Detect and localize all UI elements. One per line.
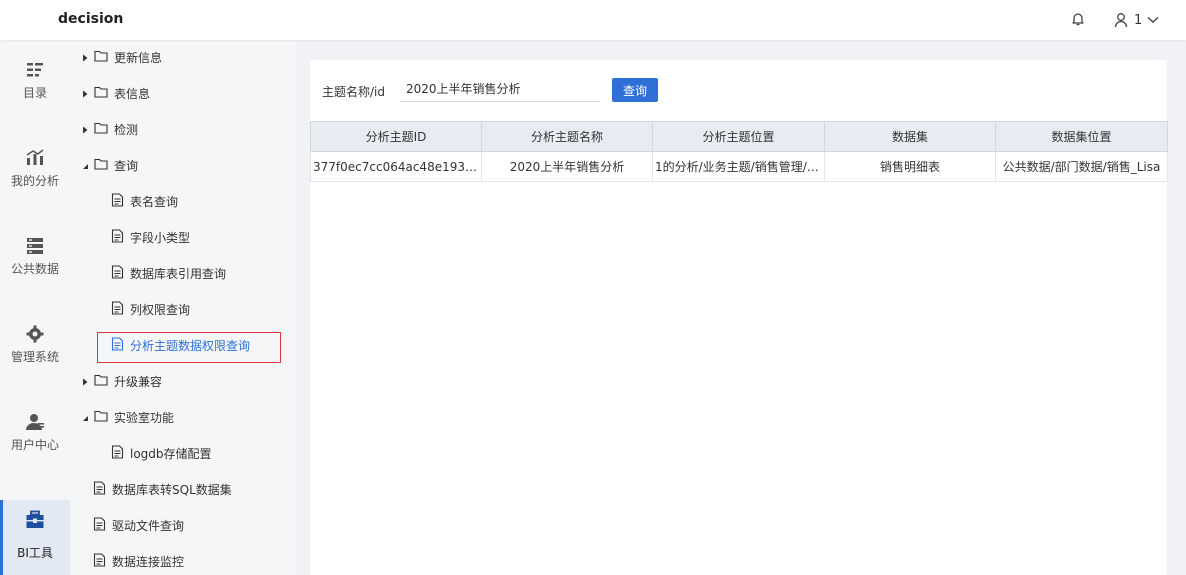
folder-icon [94, 50, 108, 65]
folder-icon [94, 410, 108, 425]
caret-right-icon [80, 88, 90, 98]
user-icon [1114, 12, 1128, 28]
left-nav: 目录 我的分析 公共数据 管理系统 用户中心 BI工具 [0, 40, 70, 575]
tree-node-subject-data-permission-query[interactable]: 分析主题数据权限查询 [111, 335, 250, 355]
tree-label: 更新信息 [114, 50, 163, 65]
tree-label: 数据库表转SQL数据集 [112, 482, 232, 497]
folder-icon [94, 122, 108, 137]
tree-node-upgrade-compat[interactable]: 升级兼容 [80, 371, 162, 391]
caret-right-icon [80, 52, 90, 62]
document-icon [93, 516, 106, 534]
folder-icon [94, 158, 108, 173]
table-cell: 1的分析/业务主题/销售管理/2… [652, 151, 825, 182]
tree-label: 查询 [114, 158, 139, 173]
document-icon [111, 444, 124, 462]
tree-node-driver-file-query[interactable]: 驱动文件查询 [93, 515, 184, 535]
nav-label: 用户中心 [10, 438, 59, 452]
result-table: 分析主题ID 分析主题名称 分析主题位置 数据集 数据集位置 377f0ec7c… [310, 121, 1168, 182]
tree-label: 数据库表引用查询 [130, 266, 227, 281]
tree-label: 表名查询 [130, 194, 179, 209]
database-icon [25, 236, 45, 256]
column-header[interactable]: 分析主题位置 [652, 121, 825, 152]
table-cell: 公共数据/部门数据/销售_Lisa [995, 151, 1168, 182]
tree-node-table-info[interactable]: 表信息 [80, 83, 150, 103]
tree-node-query[interactable]: 查询 [80, 155, 138, 175]
nav-label: 我的分析 [10, 174, 59, 188]
column-header[interactable]: 数据集位置 [995, 121, 1168, 152]
tree-node-logdb-config[interactable]: logdb存储配置 [111, 443, 212, 463]
tree-node-update-info[interactable]: 更新信息 [80, 47, 162, 67]
nav-label: 管理系统 [10, 350, 59, 364]
nav-public-data[interactable]: 公共数据 [0, 236, 70, 312]
document-icon [111, 300, 124, 318]
tree-label: 分析主题数据权限查询 [130, 338, 251, 353]
nav-my-analysis[interactable]: 我的分析 [0, 148, 70, 224]
folder-icon [94, 374, 108, 389]
chevron-down-icon [1147, 16, 1159, 24]
column-header[interactable]: 分析主题名称 [481, 121, 653, 152]
gear-icon [25, 324, 45, 344]
document-icon [111, 228, 124, 246]
caret-down-icon [80, 160, 90, 170]
table-row[interactable]: 377f0ec7cc064ac48e1930c4… 2020上半年销售分析 1的… [310, 151, 1168, 182]
nav-label: 公共数据 [10, 262, 59, 276]
table-cell: 销售明细表 [824, 151, 996, 182]
user-center-icon [25, 412, 45, 432]
main-panel: 主题名称/id 查询 分析主题ID 分析主题名称 分析主题位置 数据集 数据集位… [310, 60, 1168, 575]
nav-user-center[interactable]: 用户中心 [0, 412, 70, 488]
table-header-row: 分析主题ID 分析主题名称 分析主题位置 数据集 数据集位置 [310, 121, 1168, 152]
nav-bi-tools[interactable]: BI工具 [0, 500, 70, 575]
tree-node-data-connection-monitor[interactable]: 数据连接监控 [93, 551, 184, 571]
tree-label: 表信息 [114, 86, 151, 101]
caret-down-icon [80, 412, 90, 422]
tree-node-table-name-query[interactable]: 表名查询 [111, 191, 178, 211]
tree-label: 实验室功能 [114, 410, 175, 425]
tree-label: 检测 [114, 122, 139, 137]
tree-node-field-subtype[interactable]: 字段小类型 [111, 227, 190, 247]
column-header[interactable]: 数据集 [824, 121, 996, 152]
app-title: decision [58, 11, 124, 27]
nav-label: BI工具 [17, 546, 53, 560]
document-icon [93, 552, 106, 570]
user-menu[interactable]: 1 [1114, 10, 1159, 30]
folder-icon [94, 86, 108, 101]
bell-icon[interactable] [1070, 11, 1086, 27]
nav-label: 目录 [22, 86, 47, 100]
column-header[interactable]: 分析主题ID [310, 121, 482, 152]
document-icon [111, 264, 124, 282]
table-cell: 2020上半年销售分析 [481, 151, 653, 182]
tree-label: logdb存储配置 [130, 446, 212, 461]
tree-label: 驱动文件查询 [112, 518, 185, 533]
chart-icon [25, 148, 45, 168]
toolbox-icon [25, 510, 45, 530]
tree-label: 数据连接监控 [112, 554, 185, 569]
caret-right-icon [80, 124, 90, 134]
tree-node-db-table-to-sql[interactable]: 数据库表转SQL数据集 [93, 479, 232, 499]
document-icon [111, 192, 124, 210]
subject-search-input[interactable] [400, 76, 600, 102]
document-icon [93, 480, 106, 498]
tree-label: 升级兼容 [114, 374, 163, 389]
table-cell: 377f0ec7cc064ac48e1930c4… [310, 151, 482, 182]
top-header: decision 1 [0, 0, 1186, 40]
tree-node-column-permission-query[interactable]: 列权限查询 [111, 299, 190, 319]
tree-node-detection[interactable]: 检测 [80, 119, 138, 139]
caret-right-icon [80, 376, 90, 386]
nav-management[interactable]: 管理系统 [0, 324, 70, 400]
tree-node-lab-features[interactable]: 实验室功能 [80, 407, 174, 427]
document-icon [111, 336, 124, 354]
tree-label: 列权限查询 [130, 302, 191, 317]
user-name: 1 [1134, 12, 1143, 28]
nav-catalog[interactable]: 目录 [0, 60, 70, 136]
tree-node-db-table-ref-query[interactable]: 数据库表引用查询 [111, 263, 226, 283]
query-label: 主题名称/id [322, 85, 385, 99]
tree-label: 字段小类型 [130, 230, 191, 245]
catalog-icon [25, 60, 45, 80]
query-button[interactable]: 查询 [612, 78, 658, 102]
